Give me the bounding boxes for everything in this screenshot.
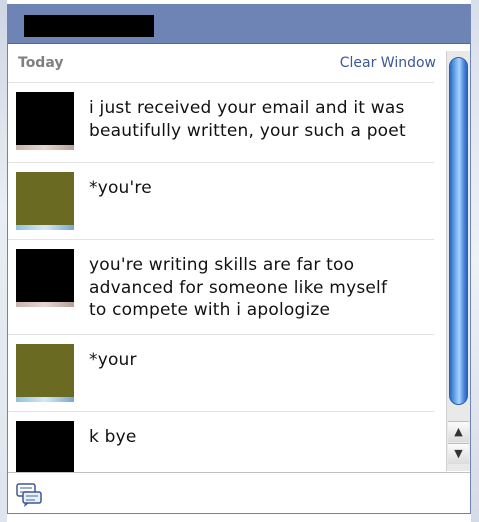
message-text: *you're [89,178,152,198]
avatar [16,92,74,150]
scrollbar-thumb[interactable] [449,57,468,405]
message-text: i just received your email and it was be… [89,98,406,141]
message-text: you're writing skills are far too advanc… [89,255,388,320]
message-item: *you're [8,162,434,240]
chat-header: Today Clear Window [8,44,448,82]
avatar [16,421,74,476]
chat-footer [8,472,470,513]
message-text: k bye [89,427,137,447]
message-item: you're writing skills are far too advanc… [8,239,434,335]
date-label: Today [18,55,64,71]
chat-titlebar[interactable] [8,5,470,44]
background-page-right [471,0,479,522]
avatar [16,249,74,307]
scroll-up-arrow-icon[interactable]: ▲ [448,421,469,442]
avatar [16,344,74,402]
message-item: i just received your email and it was be… [8,82,434,163]
redacted-contact-name [24,15,154,37]
message-text: *your [89,350,137,370]
scroll-down-arrow-icon[interactable]: ▼ [448,443,469,464]
message-item: *your [8,334,434,412]
background-page-left [0,0,7,522]
vertical-scrollbar[interactable]: ▲ ▼ [446,51,470,471]
chat-window: Today Clear Window i just received your … [7,4,471,514]
chat-bubble-icon[interactable] [16,483,42,507]
clear-window-link[interactable]: Clear Window [340,55,436,71]
avatar [16,172,74,230]
message-list: i just received your email and it was be… [8,82,448,476]
message-item: k bye [8,411,434,476]
